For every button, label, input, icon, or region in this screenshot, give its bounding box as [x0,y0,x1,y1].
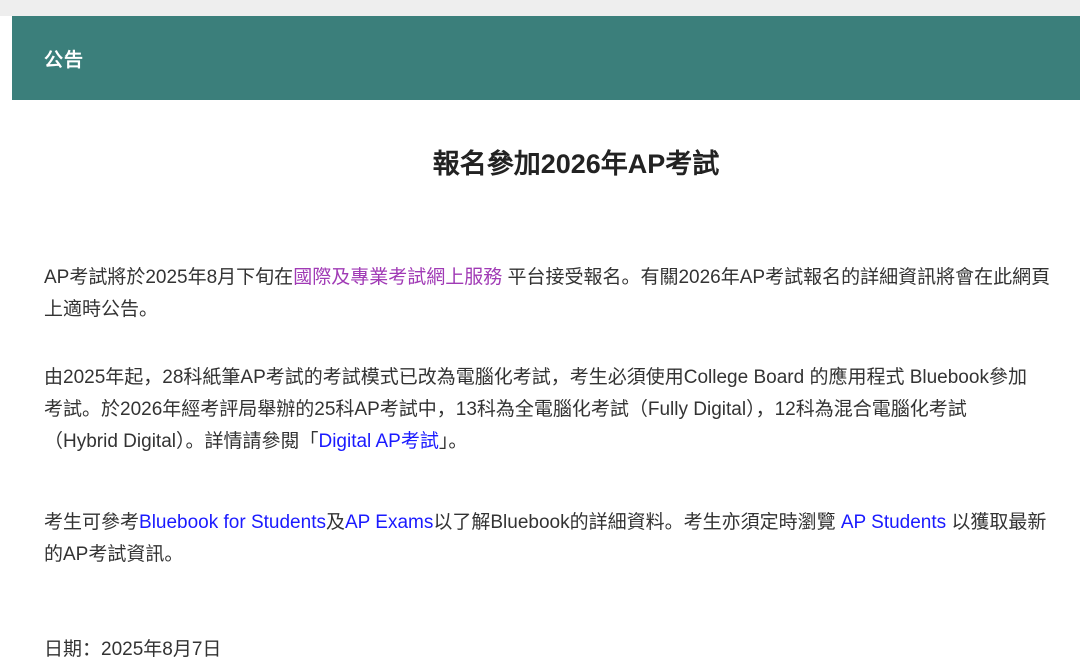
top-strip [0,0,1080,16]
paragraph-registration: AP考試將於2025年8月下旬在國際及專業考試網上服務 平台接受報名。有關202… [44,262,1064,326]
paragraph-text: 以了解Bluebook的詳細資料。考生亦須定時瀏覽 [433,512,841,533]
paragraph-text: AP考試將於2025年8月下旬在 [44,267,294,288]
paragraph-digital-exam: 由2025年起，28科紙筆AP考試的考試模式已改為電腦化考試，考生必須使用Col… [44,362,1034,458]
digital-ap-exams-link[interactable]: Digital AP考試 [318,431,438,452]
announcement-header: 公告 [12,16,1080,100]
announcement-header-title: 公告 [44,49,85,71]
online-exam-services-link[interactable]: 國際及專業考試網上服務 [293,267,502,288]
announcement-content: 報名參加2026年AP考試 AP考試將於2025年8月下旬在國際及專業考試網上服… [44,149,1080,660]
announcement-date: 日期：2025年8月7日 [44,639,222,660]
bluebook-for-students-link[interactable]: Bluebook for Students [139,512,326,533]
paragraph-text: 由2025年起，28科紙筆AP考試的考試模式已改為電腦化考試，考生必須使用Col… [44,367,1027,452]
paragraph-text: 考生可參考 [44,512,140,533]
paragraph-text: 及 [325,512,345,533]
paragraph-bluebook: 考生可參考Bluebook for Students及AP Exams以了解Bl… [44,507,1064,571]
ap-exams-link[interactable]: AP Exams [345,512,433,533]
page-title: 報名參加2026年AP考試 [432,149,720,179]
paragraph-text: 」。 [438,431,468,452]
ap-students-link[interactable]: AP Students [841,512,946,533]
